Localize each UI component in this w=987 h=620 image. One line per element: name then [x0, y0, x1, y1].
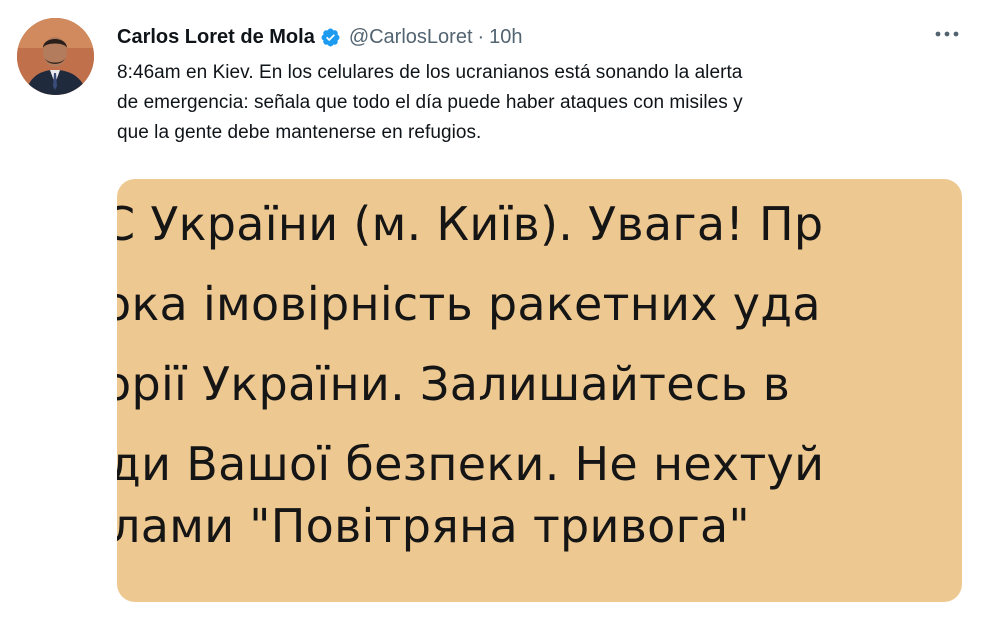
verified-badge-icon [320, 27, 341, 48]
tweet: Carlos Loret de Mola @CarlosLoret · 10h … [0, 0, 987, 620]
tweet-header: Carlos Loret de Mola @CarlosLoret · 10h [117, 22, 947, 52]
tweet-text: 8:46am en Kiev. En los celulares de los … [117, 58, 947, 148]
media-text-line: орії України. Залишайтесь в [117, 357, 791, 411]
separator-dot: · [477, 25, 485, 48]
more-options-icon[interactable] [933, 24, 961, 44]
media-text-line: ока імовірність ракетних уда [117, 277, 821, 331]
tweet-media-image[interactable]: С України (м. Київ). Увага! Пр ока імові… [117, 179, 962, 602]
tweet-text-line: 8:46am en Kiev. En los celulares de los … [117, 62, 743, 83]
author-display-name[interactable]: Carlos Loret de Mola [117, 26, 315, 49]
tweet-timestamp[interactable]: 10h [489, 26, 522, 49]
tweet-text-line: de emergencia: señala que todo el día pu… [117, 92, 743, 113]
media-text-line: ди Вашої безпеки. Не нехтуй [117, 437, 825, 491]
media-text-line: лами "Повітряна тривога" [117, 499, 751, 553]
author-handle[interactable]: @CarlosLoret [349, 26, 473, 49]
avatar[interactable] [17, 18, 94, 95]
media-text-line: С України (м. Київ). Увага! Пр [117, 197, 824, 251]
tweet-text-line: que la gente debe mantenerse en refugios… [117, 122, 482, 143]
